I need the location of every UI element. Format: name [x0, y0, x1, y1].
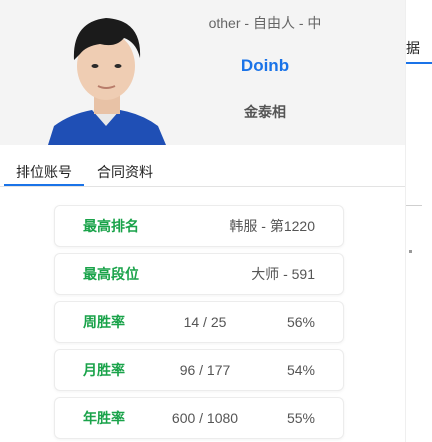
stat-card-monthly-winrate: 月胜率 96 / 177 54%: [54, 349, 344, 391]
background-divider: [406, 205, 422, 206]
stat-card-peak-rank: 最高排名 韩服 - 第1220: [54, 205, 344, 247]
stat-label: 最高段位: [83, 266, 139, 282]
stat-label: 最高排名: [83, 218, 139, 234]
tab-contract-info[interactable]: 合同资料: [97, 160, 153, 184]
player-name[interactable]: Doinb: [190, 56, 340, 76]
stat-record: 14 / 25: [183, 314, 227, 330]
stat-rate: 55%: [286, 410, 315, 426]
background-tab-label[interactable]: 据: [406, 38, 420, 58]
stat-rate: 54%: [286, 362, 315, 378]
player-header: other - 自由人 - 中 Doinb 金泰相: [0, 0, 405, 145]
background-dot: [409, 250, 412, 253]
tab-ranked-accounts[interactable]: 排位账号: [4, 160, 84, 186]
stat-record: 96 / 177: [179, 362, 231, 378]
tab-bar: 排位账号 合同资料: [0, 160, 405, 187]
stat-label: 月胜率: [83, 362, 125, 378]
player-meta: other - 自由人 - 中: [208, 15, 322, 31]
stat-value: 韩服 - 第1220: [229, 218, 315, 234]
stat-card-weekly-winrate: 周胜率 14 / 25 56%: [54, 301, 344, 343]
player-real-name: 金泰相: [244, 104, 286, 120]
stat-rate: 56%: [286, 314, 315, 330]
stat-value: 大师 - 591: [251, 266, 315, 282]
background-tab-underline: [406, 62, 432, 64]
stat-card-peak-tier: 最高段位 大师 - 591: [54, 253, 344, 295]
player-avatar: [40, 8, 172, 145]
stat-record: 600 / 1080: [171, 410, 239, 426]
stat-label: 周胜率: [83, 314, 125, 330]
background-page-fragment: 据: [405, 0, 432, 442]
stat-label: 年胜率: [83, 410, 125, 426]
stat-card-yearly-winrate: 年胜率 600 / 1080 55%: [54, 397, 344, 439]
